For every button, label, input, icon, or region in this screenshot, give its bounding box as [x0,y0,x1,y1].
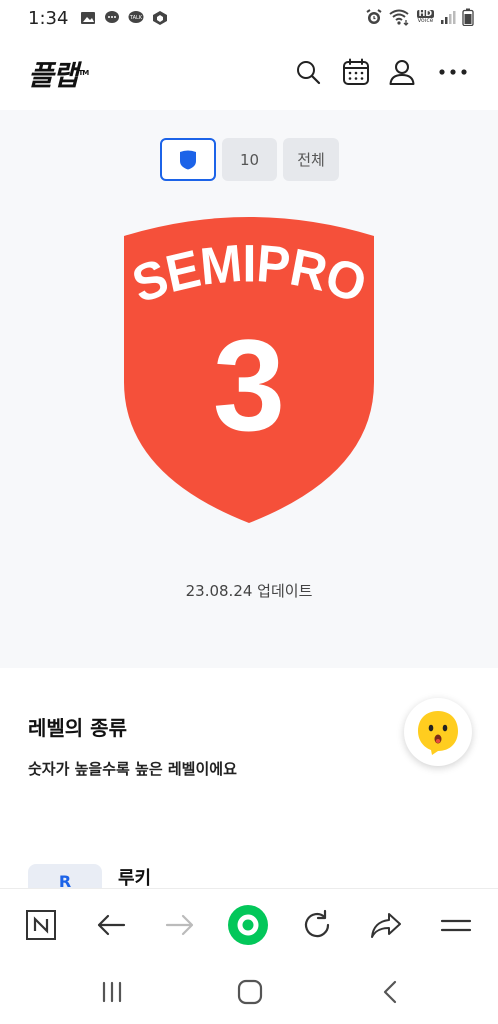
battery-icon [462,8,474,26]
talk-icon: TALK [128,11,144,23]
chat-fab-button[interactable] [404,698,472,766]
search-icon [297,61,321,85]
signal-icon [441,11,456,24]
section-description: 숫자가 높을수록 높은 레벨이에요 [28,760,237,778]
plab-logo[interactable]: 플랩TM [28,54,90,94]
home-icon [237,979,263,1005]
share-button[interactable] [364,903,408,947]
calendar-button[interactable] [340,56,372,88]
recent-apps-icon [102,981,122,1003]
browser-toolbar [0,888,498,960]
menu-icon [440,919,472,932]
status-bar: 1:34 TALK HD Voice [0,0,498,36]
logo-text: 플랩 [28,59,79,92]
status-left-icons: TALK [80,10,168,26]
android-nav-bar [0,960,498,1024]
menu-button[interactable] [434,903,478,947]
forward-arrow-icon [165,914,194,936]
cube-icon [153,11,168,25]
tab-all[interactable]: 전체 [283,138,339,181]
surprised-emoji-icon [418,711,458,755]
badge-number: 3 [213,312,285,458]
home-green-icon [228,905,268,945]
share-icon [371,913,401,938]
search-button[interactable] [292,56,324,88]
level-section: 10 전체 SEMIPRO 3 23.08.24 업데이트 [0,110,498,668]
status-right-icons: HD Voice [365,8,474,26]
svg-text:TALK: TALK [129,15,143,21]
rookie-label: 루키 [118,868,152,889]
recent-apps-button[interactable] [92,974,132,1010]
update-date: 23.08.24 업데이트 [185,582,313,600]
level-tabs: 10 전체 [160,138,339,181]
message-icon [105,11,120,23]
app-header: 플랩TM [0,36,498,110]
hd-voice-icon: HD Voice [416,10,434,24]
naver-icon [26,910,56,940]
tab-level-badge[interactable] [160,138,216,181]
back-arrow-button[interactable] [89,903,133,947]
more-icon [439,69,467,75]
back-arrow-icon [97,914,126,936]
back-button[interactable] [370,974,410,1010]
back-icon [383,980,397,1004]
voice-label: Voice [417,17,434,24]
wifi-icon [389,9,409,26]
profile-button[interactable] [386,56,418,88]
calendar-icon [343,58,369,85]
status-time: 1:34 [28,7,69,29]
refresh-icon [304,909,330,938]
profile-icon [389,60,415,85]
naver-button[interactable] [19,903,63,947]
alarm-icon [366,9,382,24]
section-title: 레벨의 종류 [28,716,127,740]
logo-tm: TM [78,68,90,77]
gallery-icon [81,12,96,24]
home-button[interactable] [230,974,270,1010]
refresh-button[interactable] [295,903,339,947]
tab-10[interactable]: 10 [222,138,277,181]
forward-arrow-button[interactable] [158,903,202,947]
more-button[interactable] [437,56,469,88]
semipro-badge: SEMIPRO 3 [124,217,374,523]
shield-icon [180,150,196,169]
home-green-button[interactable] [226,903,270,947]
